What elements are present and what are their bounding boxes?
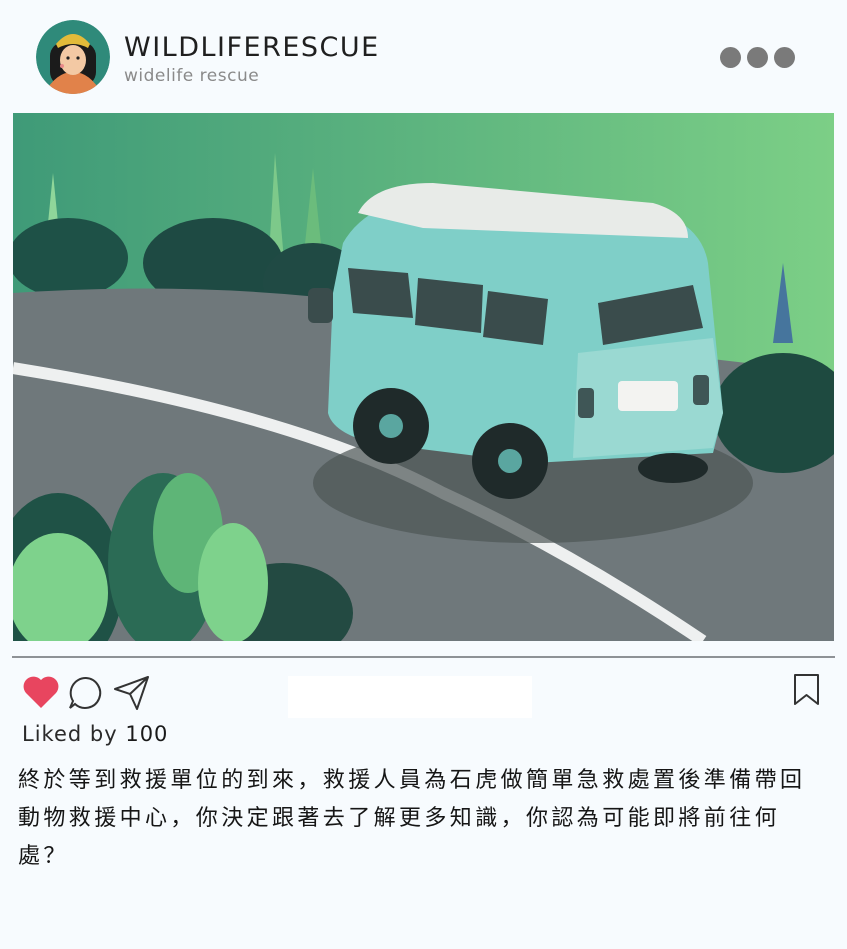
bookmark-icon[interactable] xyxy=(792,673,822,707)
more-dot xyxy=(747,46,768,68)
post-caption: 終於等到救援單位的到來，救援人員為石虎做簡單急救處置後準備帶回動物救援中心，你決… xyxy=(18,768,806,869)
more-dot xyxy=(774,46,795,68)
username[interactable]: WILDLIFERESCUE xyxy=(124,32,380,63)
likes-prefix: Liked by xyxy=(22,722,118,746)
user-handle: widelife rescue xyxy=(124,66,260,86)
comment-bubble-icon[interactable] xyxy=(66,674,106,712)
avatar[interactable] xyxy=(36,20,110,94)
heart-icon[interactable] xyxy=(22,674,60,710)
more-options-icon[interactable] xyxy=(720,44,798,70)
more-dot xyxy=(720,46,741,68)
section-divider xyxy=(12,656,835,658)
likes-summary[interactable]: Liked by 100 xyxy=(22,722,168,746)
post-image[interactable] xyxy=(13,113,834,641)
paper-plane-icon[interactable] xyxy=(112,674,152,712)
likes-count: 100 xyxy=(125,722,169,746)
blank-overlay xyxy=(288,676,532,718)
